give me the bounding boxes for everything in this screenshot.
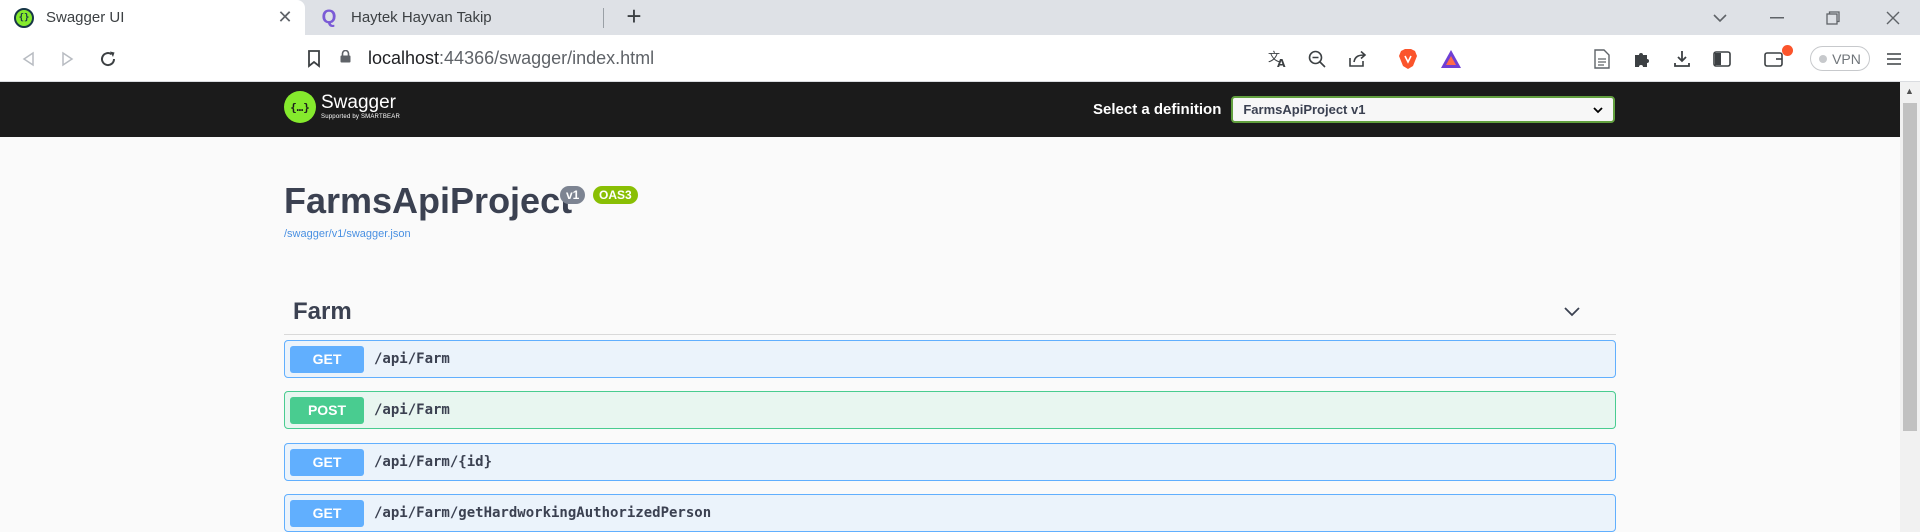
method-badge: GET (290, 499, 364, 527)
url-path: :44366/swagger/index.html (439, 47, 655, 68)
menu-icon[interactable] (1880, 45, 1908, 73)
downloads-icon[interactable] (1668, 45, 1696, 73)
url-text: localhost:44366/swagger/index.html (368, 48, 654, 69)
operation-get-farm[interactable]: GET /api/Farm (284, 340, 1616, 378)
logo-name: Swagger (321, 92, 396, 113)
tab-strip: {} Swagger UI ✕ Q Haytek Hayvan Takip + (0, 0, 1920, 35)
definition-value: FarmsApiProject v1 (1243, 102, 1366, 117)
version-badge: v1 (560, 186, 586, 204)
tab-haytek[interactable]: Q Haytek Hayvan Takip (305, 0, 605, 35)
operation-get-farm-by-id[interactable]: GET /api/Farm/{id} (284, 443, 1616, 481)
definition-select[interactable]: FarmsApiProject v1 (1231, 96, 1616, 123)
bookmark-icon[interactable] (300, 45, 328, 73)
q-favicon-icon: Q (321, 6, 337, 28)
method-badge: GET (290, 345, 364, 373)
operation-path: /api/Farm/getHardworkingAuthorizedPerson (374, 505, 712, 521)
lock-icon (340, 49, 354, 66)
definition-label: Select a definition (1093, 101, 1222, 118)
brave-shields-icon[interactable] (1398, 47, 1418, 71)
vpn-label: VPN (1832, 50, 1861, 67)
close-window-button[interactable] (1868, 0, 1918, 35)
chevron-down-icon (1593, 103, 1603, 117)
operation-path: /api/Farm (374, 351, 450, 367)
definition-selector: Select a definition FarmsApiProject v1 (1093, 96, 1616, 123)
new-tab-button[interactable]: + (620, 3, 648, 31)
reader-mode-icon[interactable] (1588, 45, 1616, 73)
swagger-favicon-icon: {} (14, 7, 34, 28)
tag-name: Farm (293, 298, 352, 325)
oas-badge: OAS3 (593, 186, 638, 204)
operation-path: /api/Farm/{id} (374, 454, 493, 470)
swagger-json-link[interactable]: /swagger/v1/swagger.json (284, 228, 411, 240)
expand-chevron-icon[interactable] (1562, 301, 1582, 321)
tag-section-farm[interactable]: Farm (284, 288, 1616, 335)
api-title: FarmsApiProject (284, 180, 573, 221)
wallet-notification-badge (1782, 45, 1793, 56)
sidebar-icon[interactable] (1708, 45, 1736, 73)
forward-button[interactable] (54, 45, 82, 73)
reload-button[interactable] (94, 45, 122, 73)
tab-title: Swagger UI (46, 9, 125, 26)
tab-swagger-ui[interactable]: {} Swagger UI ✕ (0, 0, 305, 35)
swagger-topbar: {…} Swagger Supported by SMARTBEAR Selec… (0, 82, 1900, 137)
vpn-status-dot (1819, 54, 1828, 63)
tab-title: Haytek Hayvan Takip (351, 9, 492, 26)
back-button[interactable] (14, 45, 42, 73)
method-badge: POST (290, 396, 364, 424)
logo-support: Supported by SMARTBEAR (321, 114, 400, 120)
browser-toolbar: localhost:44366/swagger/index.html 文A VP… (0, 35, 1920, 103)
swagger-logo[interactable]: {…} Swagger Supported by SMARTBEAR (284, 91, 400, 123)
share-icon[interactable] (1348, 47, 1368, 71)
zoom-out-icon[interactable] (1308, 47, 1326, 71)
tab-search-icon[interactable] (1695, 0, 1745, 35)
address-bar[interactable]: localhost:44366/swagger/index.html (340, 40, 1475, 76)
vpn-button[interactable]: VPN (1810, 46, 1870, 71)
url-host: localhost (368, 47, 440, 68)
minimize-button[interactable] (1752, 0, 1802, 35)
extensions-icon[interactable] (1628, 45, 1656, 73)
operation-post-farm[interactable]: POST /api/Farm (284, 391, 1616, 429)
scroll-up-arrow-icon[interactable]: ▲ (1905, 86, 1914, 96)
restore-button[interactable] (1808, 0, 1858, 35)
operation-get-hardworking-person[interactable]: GET /api/Farm/getHardworkingAuthorizedPe… (284, 494, 1616, 532)
swagger-logo-icon: {…} (284, 91, 316, 123)
svg-text:A: A (1277, 57, 1286, 68)
brave-rewards-icon[interactable] (1440, 47, 1462, 71)
method-badge: GET (290, 448, 364, 476)
tab-divider (603, 8, 604, 28)
scrollbar-thumb[interactable] (1903, 103, 1917, 431)
close-tab-icon[interactable]: ✕ (275, 7, 295, 28)
operation-path: /api/Farm (374, 402, 450, 418)
translate-icon[interactable]: 文A (1268, 47, 1288, 71)
